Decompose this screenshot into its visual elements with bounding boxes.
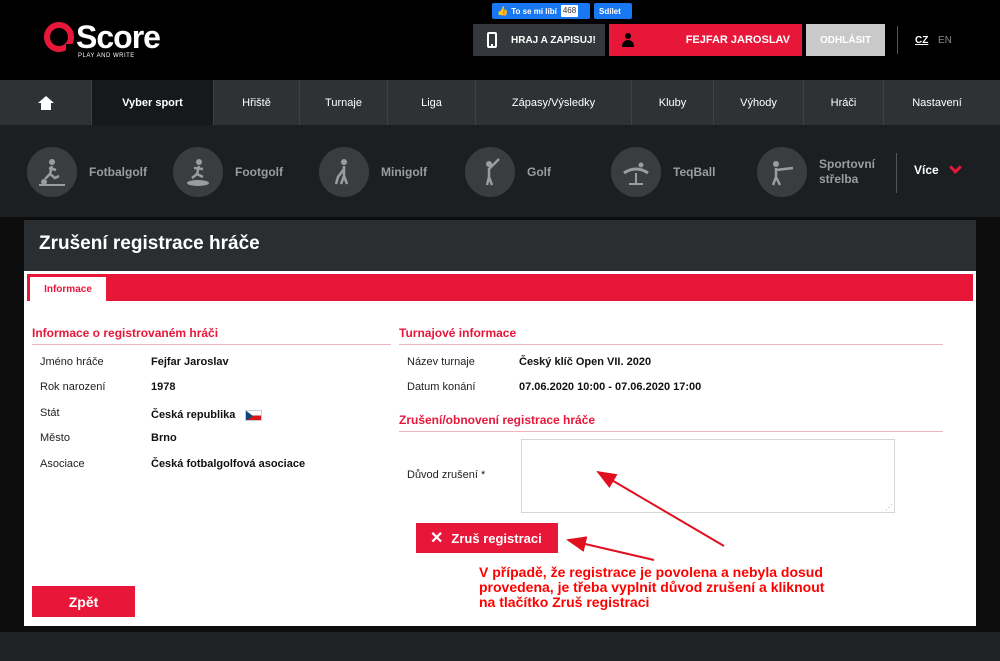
tournament-name-value: Český klíč Open VII. 2020 [519,356,652,368]
player-info-divider [32,344,391,345]
sport-label: TeqBall [673,165,716,179]
annotation-line: provedena, je třeba vyplnit důvod zrušen… [479,579,825,595]
more-label: Více [914,163,939,177]
user-icon [622,33,634,47]
chevron-down-icon [948,161,962,174]
country-label: Stát [40,407,60,419]
birth-year-label: Rok narození [40,381,106,393]
sport-selector-bar: Fotbalgolf Footgolf Minigolf Golf TeqBal… [0,125,1000,217]
page-title: Zrušení registrace hráče [39,233,260,254]
user-profile-button[interactable]: FEJFAR JAROSLAV [609,24,802,56]
main-content: Zrušení registrace hráče Informace Infor… [24,220,976,626]
nav-item-tournaments[interactable]: Turnaje [300,80,388,125]
annotation-line: V případě, že registrace je povolena a n… [479,564,823,580]
sport-golf[interactable]: Golf [465,147,551,197]
score-logo[interactable]: Score PLAY AND WRITE [44,19,161,59]
tournament-info-title: Turnajové informace [399,326,517,340]
tournament-name-label: Název turnaje [407,356,475,368]
association-value: Česká fotbalgolfová asociace [151,458,306,470]
cancel-registration-divider [399,431,943,432]
player-info-title: Informace o registrovaném hráči [32,326,219,340]
tab-bar: Informace [27,274,973,301]
nav-item-settings[interactable]: Nastavení [884,80,990,125]
tournament-date-label: Datum konání [407,381,476,393]
arrow-to-button [566,536,655,561]
nav-item-choose-sport[interactable]: Vyber sport [92,80,214,125]
sport-label-line: Sportovní [819,157,875,171]
page-footer [0,632,1000,661]
user-name: FEJFAR JAROSLAV [685,34,790,46]
language-cz-link[interactable]: CZ [915,35,928,46]
footballgolf-icon [27,147,77,197]
cancel-registration-label: Zruš registraci [451,530,542,546]
resize-grip-icon[interactable]: ⋰ [885,503,893,512]
cancel-registration-title: Zrušení/obnovení registrace hráče [399,413,596,427]
annotation-line: na tlačítko Zruš registraci [479,594,650,610]
city-label: Město [40,432,70,444]
tournament-info-divider [399,344,943,345]
thumbs-up-icon: 👍 [497,5,509,16]
facebook-like-label: To se mi líbí [511,6,557,16]
city-value: Brno [151,432,177,444]
logout-button[interactable]: ODHLÁSIT [806,24,885,56]
sport-footgolf[interactable]: Footgolf [173,147,283,197]
nav-item-matches-results[interactable]: Zápasy/Výsledky [476,80,632,125]
golf-icon [465,147,515,197]
nav-item-clubs[interactable]: Kluby [632,80,714,125]
phone-icon [487,32,497,48]
sport-minigolf[interactable]: Minigolf [319,147,427,197]
logo-text: Score [76,19,161,55]
tab-information[interactable]: Informace [30,277,106,301]
minigolf-icon [319,147,369,197]
nav-item-players[interactable]: Hráči [804,80,884,125]
more-sports-dropdown[interactable]: Více [914,161,962,177]
tournament-date-value: 07.06.2020 10:00 - 07.06.2020 17:00 [519,381,702,393]
sport-label: Sportovní střelba [819,157,875,187]
sport-label: Fotbalgolf [89,165,147,179]
footgolf-icon [173,147,223,197]
sport-label: Footgolf [235,165,283,179]
cancel-reason-label: Důvod zrušení * [407,469,486,481]
language-divider [897,26,898,54]
sport-label: Minigolf [381,165,427,179]
country-value: Česká republika [151,409,263,421]
player-name-label: Jméno hráče [40,356,104,368]
nav-item-courses[interactable]: Hřiště [214,80,300,125]
back-button[interactable]: Zpět [32,586,135,617]
nav-item-benefits[interactable]: Výhody [714,80,804,125]
teqball-icon [611,147,661,197]
main-navigation: Vyber sport Hřiště Turnaje Liga Zápasy/V… [0,80,1000,125]
facebook-like-count: 468 [560,5,579,17]
cancel-registration-button[interactable]: ✕ Zruš registraci [416,523,558,553]
sport-shooting[interactable]: Sportovní střelba [757,147,875,197]
sport-teqball[interactable]: TeqBall [611,147,715,197]
help-annotation: V případě, že registrace je povolena a n… [479,565,899,610]
birth-year-value: 1978 [151,381,176,393]
logo-subtitle: PLAY AND WRITE [78,53,135,59]
sport-footballgolf[interactable]: Fotbalgolf [27,147,147,197]
page-title-band: Zrušení registrace hráče [24,220,976,271]
close-icon: ✕ [430,530,444,547]
czech-flag-icon [245,409,263,421]
home-icon [37,95,54,110]
player-name-value: Fejfar Jaroslav [151,356,229,368]
language-en-link[interactable]: EN [938,35,952,46]
facebook-like-button[interactable]: 👍 To se mi líbí 468 [492,3,590,19]
cancel-reason-textarea[interactable] [521,439,895,513]
top-header: Score PLAY AND WRITE 👍 To se mi líbí 468… [0,0,1000,80]
facebook-share-button[interactable]: Sdílet [594,3,632,19]
more-divider [896,153,897,193]
nav-item-league[interactable]: Liga [388,80,476,125]
logo-ring-icon [44,22,75,53]
play-and-record-label: HRAJ A ZAPISUJ! [511,34,596,46]
nav-home[interactable] [0,80,92,125]
sport-label: Golf [527,165,551,179]
country-name: Česká republika [151,409,236,421]
play-and-record-button[interactable]: HRAJ A ZAPISUJ! [473,24,605,56]
sport-label-line: střelba [819,172,859,186]
shooting-icon [757,147,807,197]
association-label: Asociace [40,458,85,470]
